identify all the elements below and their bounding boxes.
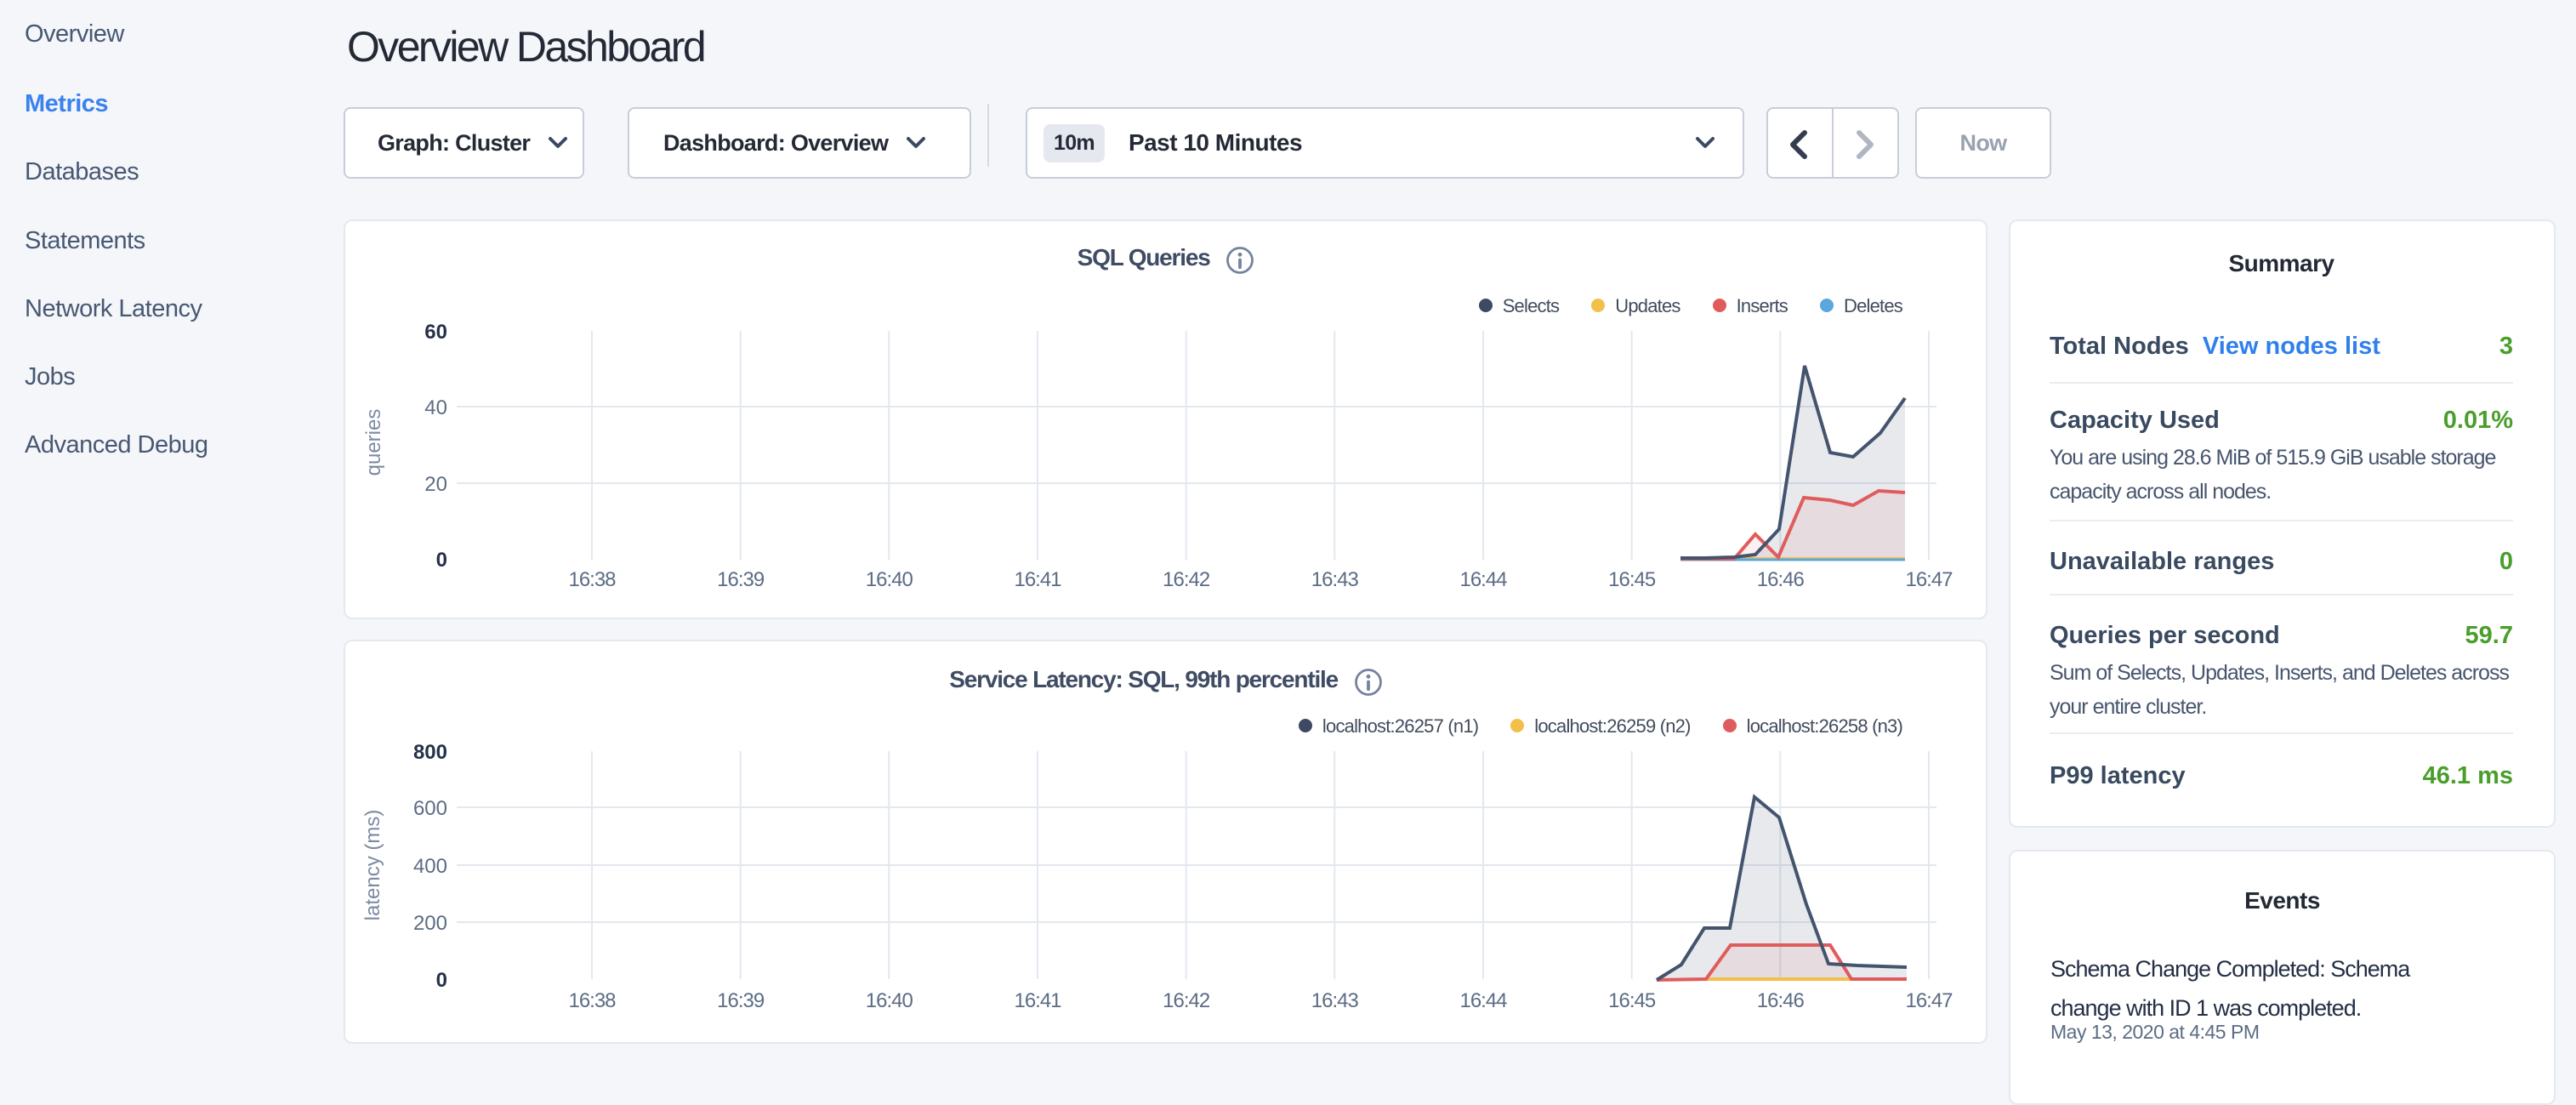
svg-text:40: 40 xyxy=(424,396,447,419)
svg-text:16:38: 16:38 xyxy=(568,568,616,591)
svg-text:16:44: 16:44 xyxy=(1459,568,1507,591)
svg-text:16:38: 16:38 xyxy=(568,989,616,1012)
svg-text:16:42: 16:42 xyxy=(1163,568,1210,591)
svg-text:16:45: 16:45 xyxy=(1608,568,1656,591)
svg-text:16:46: 16:46 xyxy=(1757,989,1805,1012)
svg-text:20: 20 xyxy=(424,473,447,496)
svg-text:16:42: 16:42 xyxy=(1163,989,1210,1012)
svg-text:16:39: 16:39 xyxy=(717,568,765,591)
svg-text:60: 60 xyxy=(424,321,447,344)
svg-text:600: 600 xyxy=(413,797,447,820)
svg-text:400: 400 xyxy=(413,855,447,878)
svg-text:16:41: 16:41 xyxy=(1014,989,1061,1012)
svg-text:latency (ms): latency (ms) xyxy=(361,810,384,921)
svg-text:0: 0 xyxy=(436,969,447,992)
svg-text:200: 200 xyxy=(413,912,447,935)
svg-text:16:45: 16:45 xyxy=(1608,989,1656,1012)
svg-text:0: 0 xyxy=(436,549,447,572)
svg-text:16:43: 16:43 xyxy=(1311,568,1359,591)
svg-text:16:40: 16:40 xyxy=(866,989,913,1012)
svg-text:16:47: 16:47 xyxy=(1905,989,1953,1012)
svg-text:800: 800 xyxy=(413,741,447,764)
svg-text:16:47: 16:47 xyxy=(1905,568,1953,591)
svg-text:16:39: 16:39 xyxy=(717,989,765,1012)
svg-text:16:40: 16:40 xyxy=(866,568,913,591)
svg-text:16:44: 16:44 xyxy=(1459,989,1507,1012)
svg-text:16:43: 16:43 xyxy=(1311,989,1359,1012)
svg-text:16:41: 16:41 xyxy=(1014,568,1061,591)
svg-text:16:46: 16:46 xyxy=(1757,568,1805,591)
svg-text:queries: queries xyxy=(362,409,385,476)
